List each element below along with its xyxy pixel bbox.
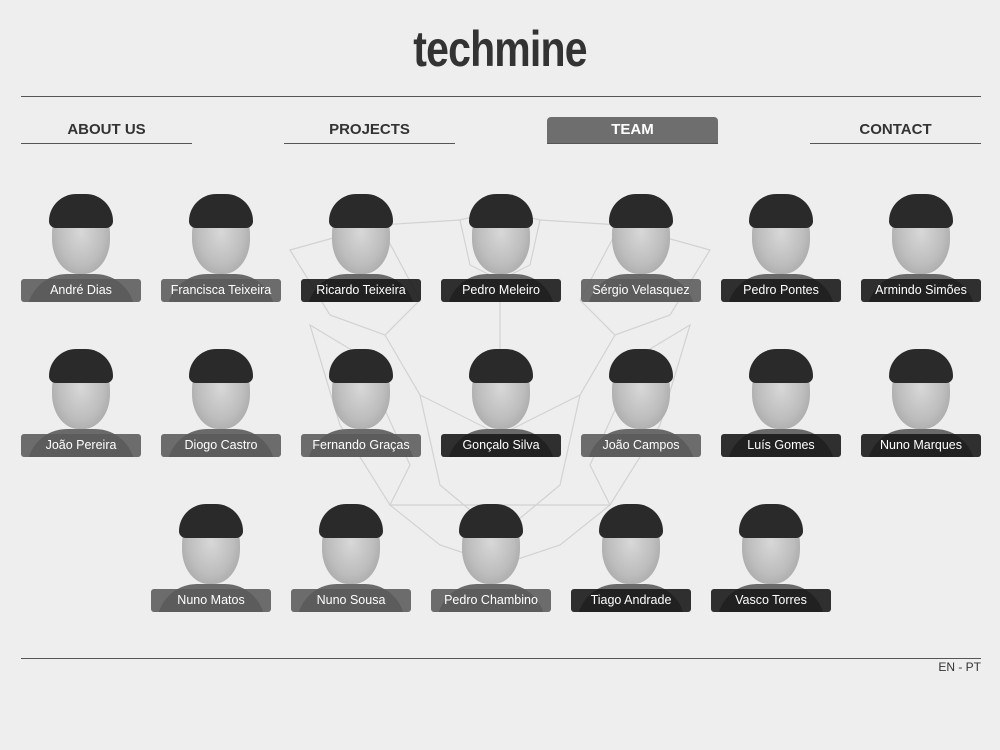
member-name-label: Tiago Andrade bbox=[571, 589, 691, 612]
techmine-logo[interactable]: techmine bbox=[90, 20, 910, 78]
member-name-label: Vasco Torres bbox=[711, 589, 831, 612]
team-member-card[interactable]: Pedro Pontes bbox=[721, 192, 841, 307]
team-member-card[interactable]: Diogo Castro bbox=[161, 347, 281, 462]
team-member-card[interactable]: Luís Gomes bbox=[721, 347, 841, 462]
member-name-label: Pedro Pontes bbox=[721, 279, 841, 302]
team-page: techmine ABOUT US PROJECTS TEAM CONTACT … bbox=[0, 0, 1000, 750]
member-name-label: Pedro Chambino bbox=[431, 589, 551, 612]
team-member-card[interactable]: Nuno Matos bbox=[151, 502, 271, 617]
member-name-label: Nuno Marques bbox=[861, 434, 981, 457]
header-divider bbox=[21, 96, 981, 97]
member-name-label: Luís Gomes bbox=[721, 434, 841, 457]
member-name-label: Fernando Graças bbox=[301, 434, 421, 457]
team-member-card[interactable]: Gonçalo Silva bbox=[441, 347, 561, 462]
team-member-card[interactable]: André Dias bbox=[21, 192, 141, 307]
member-name-label: Diogo Castro bbox=[161, 434, 281, 457]
nav-team[interactable]: TEAM bbox=[547, 117, 718, 144]
member-name-label: Pedro Meleiro bbox=[441, 279, 561, 302]
team-member-card[interactable]: Sérgio Velasquez bbox=[581, 192, 701, 307]
team-member-card[interactable]: Vasco Torres bbox=[711, 502, 831, 617]
lang-en-link[interactable]: EN bbox=[938, 660, 955, 674]
footer-divider bbox=[21, 658, 981, 659]
member-name-label: Francisca Teixeira bbox=[161, 279, 281, 302]
member-name-label: Sérgio Velasquez bbox=[581, 279, 701, 302]
team-member-card[interactable]: Ricardo Teixeira bbox=[301, 192, 421, 307]
nav-contact[interactable]: CONTACT bbox=[810, 117, 981, 144]
member-name-label: André Dias bbox=[21, 279, 141, 302]
nav-projects[interactable]: PROJECTS bbox=[284, 117, 455, 144]
main-nav: ABOUT US PROJECTS TEAM CONTACT bbox=[21, 117, 981, 144]
member-name-label: Nuno Sousa bbox=[291, 589, 411, 612]
member-name-label: Gonçalo Silva bbox=[441, 434, 561, 457]
team-member-card[interactable]: Nuno Marques bbox=[861, 347, 981, 462]
member-name-label: Nuno Matos bbox=[151, 589, 271, 612]
member-name-label: João Campos bbox=[581, 434, 701, 457]
lang-pt-link[interactable]: PT bbox=[966, 660, 981, 674]
member-name-label: João Pereira bbox=[21, 434, 141, 457]
team-member-card[interactable]: Francisca Teixeira bbox=[161, 192, 281, 307]
member-name-label: Ricardo Teixeira bbox=[301, 279, 421, 302]
team-member-card[interactable]: Pedro Meleiro bbox=[441, 192, 561, 307]
nav-about-us[interactable]: ABOUT US bbox=[21, 117, 192, 144]
team-member-card[interactable]: João Pereira bbox=[21, 347, 141, 462]
team-member-card[interactable]: Nuno Sousa bbox=[291, 502, 411, 617]
team-member-card[interactable]: Pedro Chambino bbox=[431, 502, 551, 617]
lang-separator: - bbox=[954, 660, 966, 674]
language-switcher: EN - PT bbox=[938, 660, 981, 674]
team-member-card[interactable]: Armindo Simões bbox=[861, 192, 981, 307]
team-member-card[interactable]: Tiago Andrade bbox=[571, 502, 691, 617]
team-member-card[interactable]: Fernando Graças bbox=[301, 347, 421, 462]
member-name-label: Armindo Simões bbox=[861, 279, 981, 302]
team-member-card[interactable]: João Campos bbox=[581, 347, 701, 462]
